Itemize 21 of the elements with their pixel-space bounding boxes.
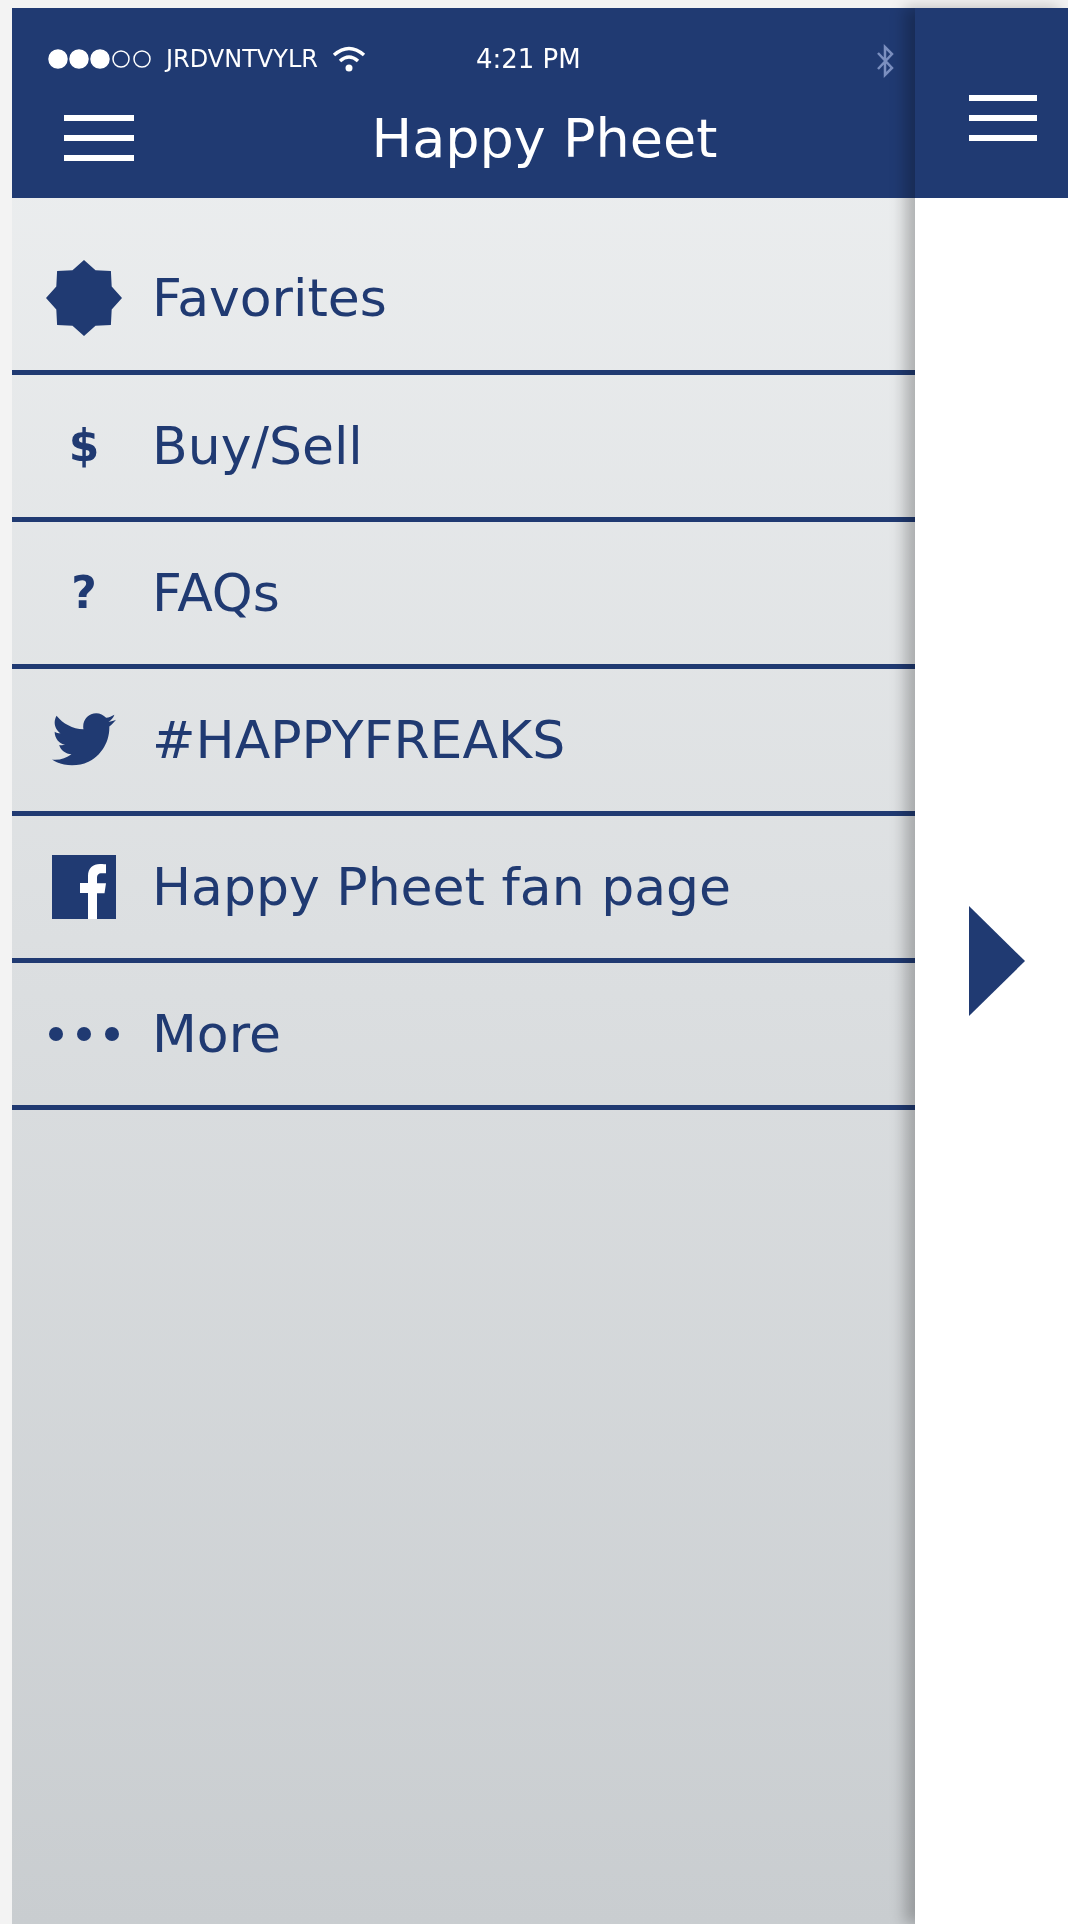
menu-icon[interactable] bbox=[64, 115, 134, 161]
bluetooth-icon bbox=[875, 44, 895, 78]
menu-item-label[interactable]: Happy Pheet fan page bbox=[152, 848, 732, 926]
play-arrow-icon[interactable] bbox=[969, 906, 1025, 1016]
menu-item-label[interactable]: Favorites bbox=[152, 259, 387, 337]
menu-icon[interactable] bbox=[969, 95, 1037, 141]
star-badge-icon bbox=[46, 260, 122, 336]
app-title: Happy Pheet bbox=[370, 105, 719, 172]
menu-item-label[interactable]: Buy/Sell bbox=[152, 407, 363, 485]
glyph-icon: ? bbox=[71, 560, 97, 626]
more-dots-icon bbox=[48, 1026, 120, 1042]
signal-strength-icon bbox=[48, 49, 152, 69]
menu-item-label[interactable]: More bbox=[152, 995, 281, 1073]
bird-icon bbox=[52, 713, 116, 767]
clock-time: 4:21 PM bbox=[475, 42, 581, 76]
carrier-name: JRDVNTVYLR bbox=[166, 44, 318, 75]
menu-item-label[interactable]: #HAPPYFREAKS bbox=[152, 701, 566, 779]
menu-item-label[interactable]: FAQs bbox=[152, 554, 280, 632]
facebook-icon bbox=[52, 855, 116, 919]
wifi-icon bbox=[331, 46, 366, 72]
glyph-icon: $ bbox=[68, 413, 100, 479]
